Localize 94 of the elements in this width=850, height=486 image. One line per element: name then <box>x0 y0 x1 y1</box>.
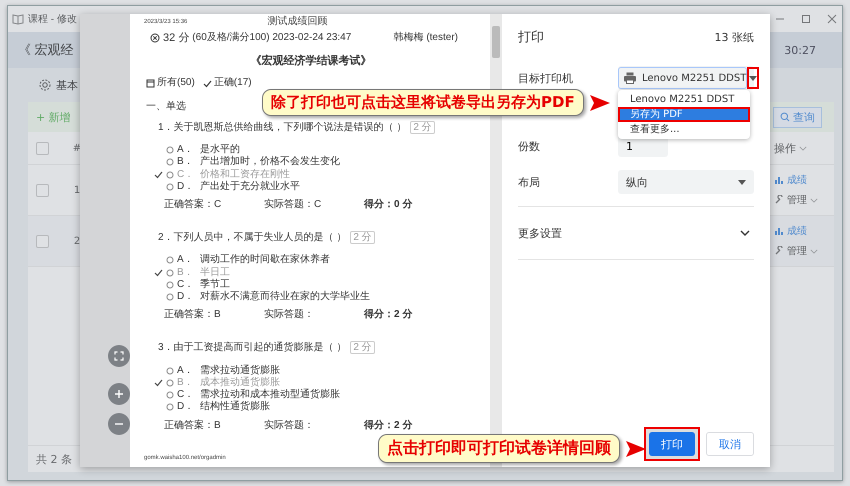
circle-x-icon <box>150 33 160 43</box>
field-label: 份数 <box>518 138 541 154</box>
actual-answer: 实际答题：C <box>264 199 322 212</box>
chart-icon <box>774 175 784 185</box>
close-icon[interactable] <box>826 13 838 25</box>
check-icon <box>154 170 163 180</box>
manage-link[interactable]: 管理 <box>787 193 807 207</box>
chevron-down-icon <box>740 230 750 236</box>
time-text: 30:27 <box>784 44 816 56</box>
chevron-down-icon <box>799 146 807 150</box>
answer-option: D． 产出处于充分就业水平 <box>154 180 478 194</box>
menu-item[interactable]: 查看更多... <box>618 122 750 137</box>
book-icon <box>12 13 24 25</box>
score-result: 得分：2 分 <box>364 420 412 432</box>
answer-option: D． 对薪水不满意而待业在家的大学毕业生 <box>154 291 478 304</box>
chart-icon <box>774 226 784 236</box>
points-tag: 2 分 <box>350 231 375 244</box>
search-icon <box>780 112 790 122</box>
answer-option: C． 需求拉动和成本推动型通货膨胀 <box>154 388 478 402</box>
check-icon <box>202 78 212 88</box>
check-icon <box>154 378 163 388</box>
points-tag: 2 分 <box>410 121 435 134</box>
plus-icon <box>114 389 124 399</box>
pointer-arrow <box>590 94 610 110</box>
manage-link[interactable]: 管理 <box>787 244 807 258</box>
dialog-title: 打印 <box>518 29 544 46</box>
checkbox[interactable] <box>36 142 49 154</box>
window-title: 课程 - 修改 <box>28 13 77 26</box>
document-icon <box>146 78 155 88</box>
answer-option: C． 季节工 <box>154 278 478 292</box>
filter-tab[interactable]: 正确(17) <box>214 77 252 89</box>
answer-option: A． 调动工作的时间歇在家休养者 <box>154 254 478 266</box>
student-name: 韩梅梅 (tester) <box>394 32 458 44</box>
chevron-down-icon <box>810 198 818 202</box>
caret-down-icon <box>749 76 758 80</box>
table-cell-text: 2 <box>72 236 82 246</box>
menu-item[interactable]: 另存为 PDF <box>618 107 750 122</box>
callout: 除了打印也可点击这里将试卷导出另存为PDF <box>262 89 584 116</box>
print-button[interactable]: 打印 <box>649 432 695 456</box>
zoom-in-button[interactable] <box>108 383 130 405</box>
settings-icon <box>38 78 52 92</box>
menu-item[interactable]: Lenovo M2251 DDST <box>618 92 750 107</box>
question-text: 2．下列人员中，不属于失业人员的是（ ） <box>158 232 346 244</box>
actual-answer: 实际答题： <box>264 420 315 432</box>
callout: 点击打印即可打印试卷详情回顾 <box>378 434 620 463</box>
scrollbar-thumb[interactable] <box>492 26 500 58</box>
filter-tab[interactable]: 所有(50) <box>157 77 195 89</box>
printer-select[interactable]: Lenovo M2251 DDST <box>618 67 748 89</box>
caret-down-icon <box>738 180 746 184</box>
total-count: 共 2 条 <box>36 452 72 466</box>
question-text: 3．由于工资提高而引起的通货膨胀是（ ） <box>158 342 346 354</box>
correct-answer: 正确答案：B <box>164 420 222 432</box>
answer-option: B． 成本推动通货膨胀 <box>154 376 478 389</box>
printer-icon <box>623 71 637 85</box>
zoom-out-button[interactable] <box>108 413 130 435</box>
document-header: 测试成绩回顾 <box>267 16 328 28</box>
score-text: 32 分 <box>163 32 190 44</box>
checkbox[interactable] <box>36 184 49 196</box>
question-text: 1．关于凯恩斯总供给曲线，下列哪个说法是错误的（ ） <box>158 122 406 134</box>
chevron-down-icon <box>810 248 818 254</box>
answer-option: B． 产出增加时，价格不会发生变化 <box>154 156 478 169</box>
more-settings-toggle[interactable]: 更多设置 <box>518 206 754 260</box>
cancel-button[interactable]: 取消 <box>706 432 754 456</box>
wrench-icon <box>774 246 784 256</box>
sheet-count: 13 张纸 <box>714 30 754 44</box>
field-label: 目标打印机 <box>518 70 574 86</box>
exam-title: 《宏观经济学结课考试》 <box>250 54 372 68</box>
table-cell-text: 1 <box>72 184 82 196</box>
answer-option: C． 价格和工资存在刚性 <box>154 168 478 181</box>
answer-option: A． 需求拉动通货膨胀 <box>154 364 478 377</box>
layout-select[interactable]: 纵向 <box>618 170 754 194</box>
points-tag: 2 分 <box>350 341 375 354</box>
score-detail: (60及格/满分100) 2023-02-24 23:47 <box>192 32 352 44</box>
answer-option: B． 半日工 <box>154 266 478 279</box>
column-header: 操作 <box>774 140 796 156</box>
field-label: 布局 <box>518 174 541 190</box>
answer-option: A． 是水平的 <box>154 144 478 156</box>
actual-answer: 实际答题： <box>264 309 315 322</box>
correct-answer: 正确答案：B <box>164 309 222 322</box>
check-icon <box>154 268 163 278</box>
score-result: 得分：0 分 <box>364 199 412 212</box>
correct-answer: 正确答案：C <box>164 199 222 212</box>
checkbox[interactable] <box>36 234 49 248</box>
tab[interactable]: 基本 <box>56 78 78 92</box>
expand-icon <box>114 351 124 361</box>
wrench-icon <box>774 195 784 205</box>
section-heading: 一、单选 <box>146 101 186 113</box>
page-title: 《 宏观经 <box>18 41 74 59</box>
maximize-icon[interactable] <box>800 13 812 25</box>
dropdown-arrow-button[interactable] <box>747 67 760 89</box>
score-result: 得分：2 分 <box>364 309 412 322</box>
fit-to-page-button[interactable] <box>108 345 130 367</box>
column-header: # <box>72 142 82 154</box>
answer-option: D． 结构性通货膨胀 <box>154 401 478 414</box>
